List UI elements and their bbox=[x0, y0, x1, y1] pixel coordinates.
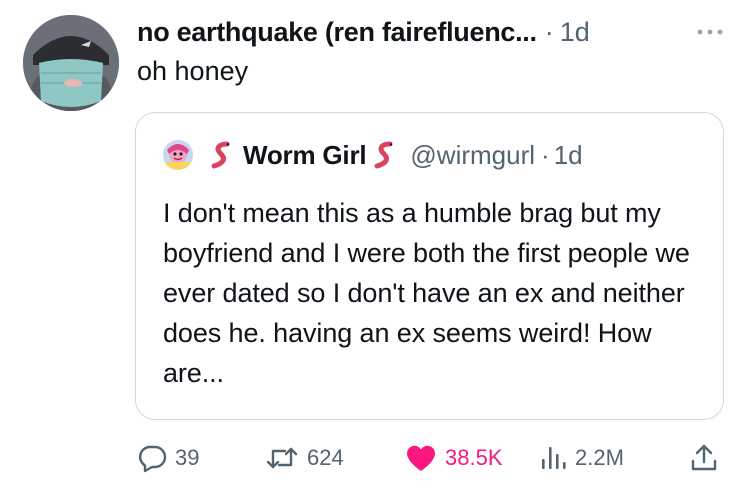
worm-emoji-icon bbox=[211, 141, 230, 169]
reply-button[interactable]: 39 bbox=[137, 440, 199, 476]
quote-text: I don't mean this as a humble brag but m… bbox=[163, 198, 690, 388]
more-horizontal-icon bbox=[697, 29, 723, 35]
quote-avatar-image bbox=[163, 140, 193, 170]
quote-timestamp[interactable]: 1d bbox=[554, 140, 583, 171]
tweet-header: no earthquake (ren fairefluenc... · 1d bbox=[137, 14, 730, 50]
quote-avatar[interactable] bbox=[163, 140, 193, 170]
worm-emoji-icon bbox=[374, 141, 393, 169]
reply-count: 39 bbox=[175, 445, 200, 470]
repost-count: 624 bbox=[307, 445, 344, 470]
more-button[interactable] bbox=[690, 22, 730, 42]
repost-button[interactable]: 624 bbox=[265, 440, 344, 476]
quote-header: Worm Girl @wirmgurl · 1d bbox=[163, 137, 583, 173]
quoted-tweet-card[interactable]: Worm Girl @wirmgurl · 1d I don't mean th… bbox=[135, 112, 724, 420]
separator-dot: · bbox=[544, 16, 554, 47]
separator-dot: · bbox=[541, 139, 550, 170]
share-button[interactable] bbox=[689, 440, 719, 476]
tweet-text: oh honey bbox=[137, 56, 249, 86]
repost-arrows-icon bbox=[266, 447, 298, 469]
like-count: 38.5K bbox=[445, 445, 503, 470]
timestamp[interactable]: 1d bbox=[560, 17, 590, 48]
views-bar-chart-icon bbox=[542, 447, 566, 469]
author-avatar[interactable] bbox=[23, 15, 119, 111]
reply-bubble-icon bbox=[138, 445, 167, 473]
views-count: 2.2M bbox=[575, 445, 624, 470]
like-button[interactable]: 38.5K bbox=[405, 440, 503, 476]
quote-author-name[interactable]: Worm Girl bbox=[243, 140, 367, 171]
quote-handle[interactable]: @wirmgurl bbox=[410, 140, 535, 171]
tweet-actions: 39 624 38.5K 2.2M bbox=[137, 440, 727, 476]
share-upload-icon bbox=[691, 444, 717, 471]
views-button[interactable]: 2.2M bbox=[539, 440, 624, 476]
heart-filled-icon bbox=[407, 445, 435, 471]
author-name[interactable]: no earthquake (ren fairefluenc... bbox=[137, 17, 537, 48]
avatar-image bbox=[23, 15, 119, 111]
